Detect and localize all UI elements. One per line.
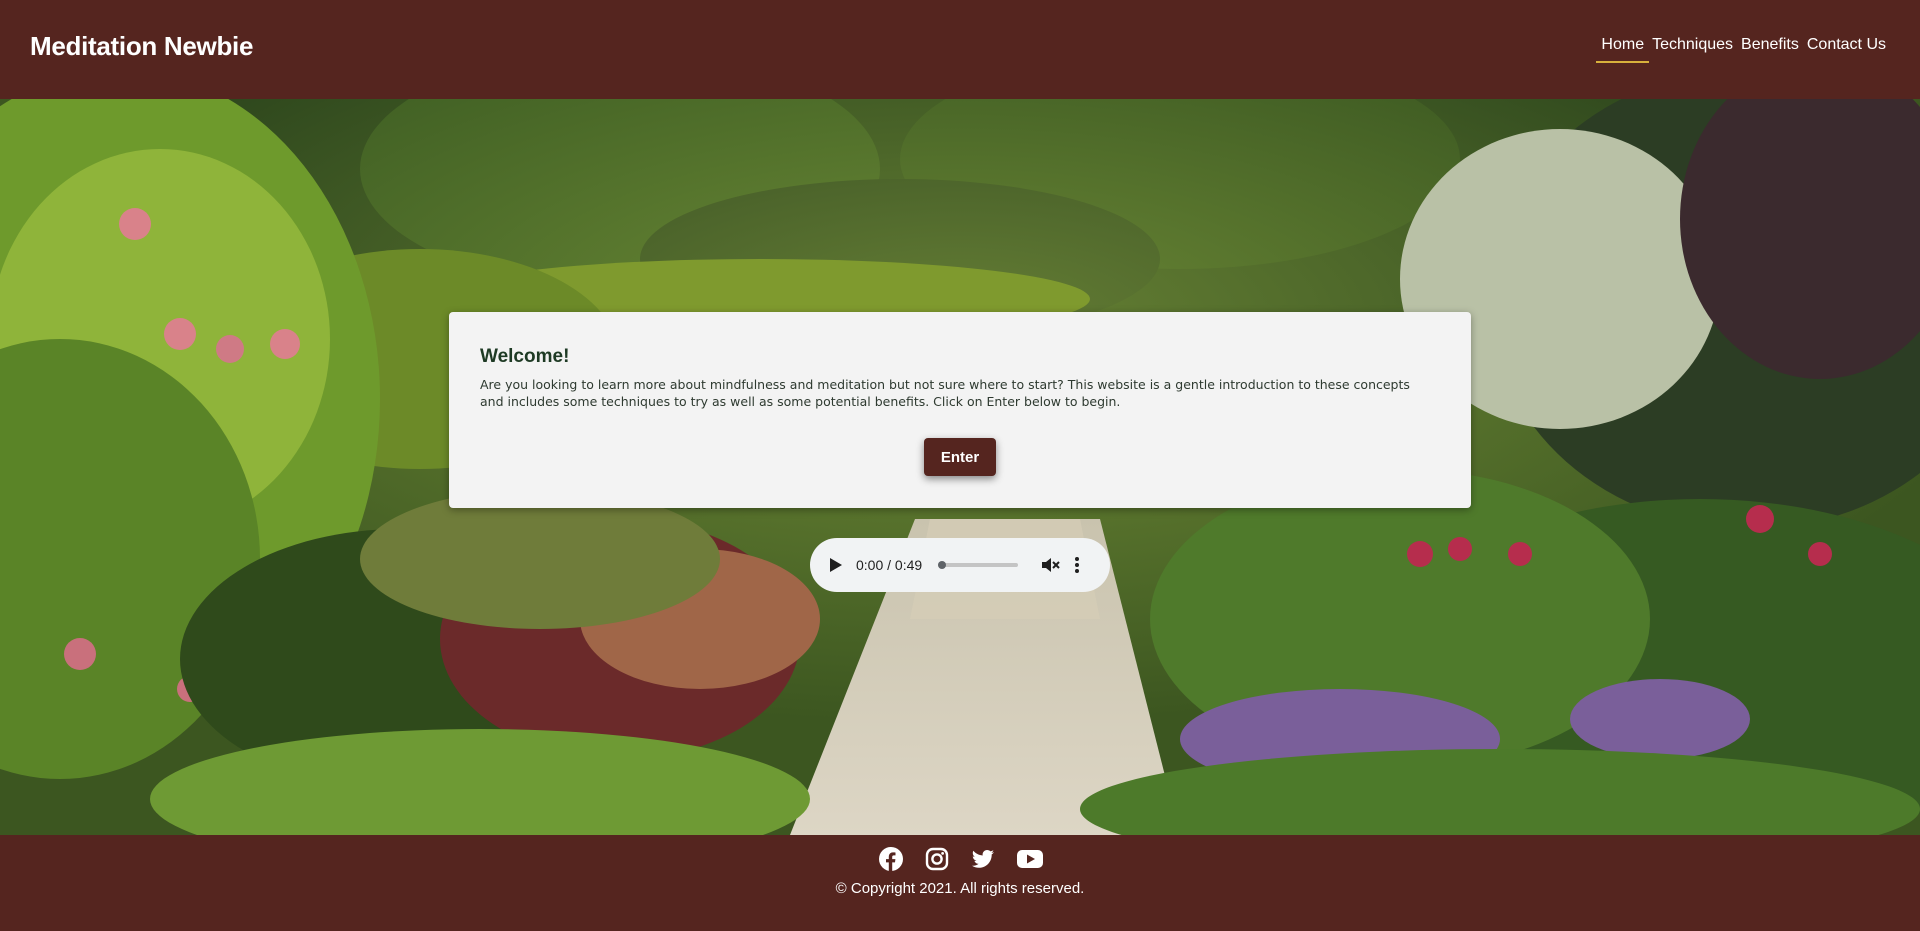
twitter-icon[interactable] [971,847,995,871]
social-links [0,835,1920,871]
nav-benefits[interactable]: Benefits [1736,30,1804,63]
welcome-card: Welcome! Are you looking to learn more a… [449,312,1471,508]
play-icon[interactable] [830,557,844,573]
site-footer: © Copyright 2021. All rights reserved. [0,835,1920,931]
nav-home[interactable]: Home [1596,30,1650,63]
welcome-title: Welcome! [480,346,570,367]
audio-progress-thumb[interactable] [938,561,947,569]
instagram-icon[interactable] [925,847,949,871]
enter-button[interactable]: Enter [924,438,996,476]
nav-contact-us[interactable]: Contact Us [1802,30,1891,63]
audio-progress-slider[interactable] [938,561,1019,569]
nav-techniques[interactable]: Techniques [1647,30,1738,63]
welcome-description: Are you looking to learn more about mind… [480,377,1410,409]
facebook-icon[interactable] [879,847,903,871]
muted-volume-icon[interactable] [1040,555,1060,575]
youtube-icon[interactable] [1017,847,1043,871]
audio-time-display: 0:00 / 0:49 [856,557,923,573]
site-brand[interactable]: Meditation Newbie [30,31,253,62]
copyright-text: © Copyright 2021. All rights reserved. [835,880,1085,897]
site-header: Meditation Newbie Home Techniques Benefi… [0,0,1920,99]
more-options-icon[interactable] [1074,556,1080,574]
main-nav: Home Techniques Benefits Contact Us [1596,30,1891,63]
audio-player: 0:00 / 0:49 [810,538,1110,592]
